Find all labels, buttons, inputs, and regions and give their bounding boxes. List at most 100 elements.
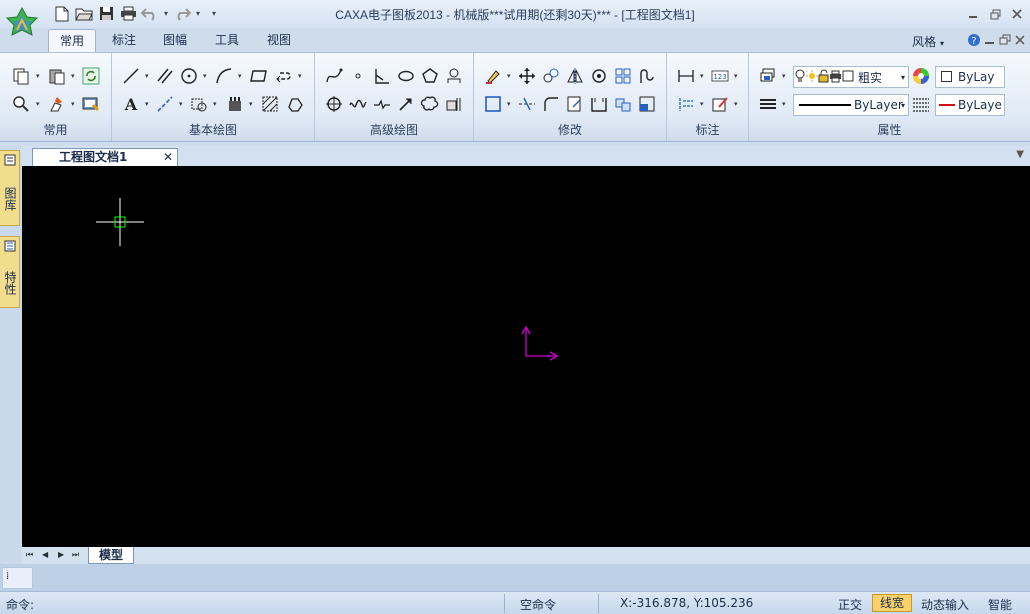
refresh-icon[interactable]	[80, 65, 102, 87]
tab-annotate[interactable]: 标注	[102, 29, 146, 52]
revision-cloud-icon[interactable]	[419, 93, 441, 115]
dimension-icon[interactable]	[675, 65, 697, 87]
chevron-down-icon[interactable]: ▾	[298, 72, 302, 80]
linestyle-icon[interactable]	[910, 93, 932, 115]
trim-icon[interactable]	[516, 93, 538, 115]
hole-icon[interactable]	[443, 65, 465, 87]
fillet-icon[interactable]	[540, 93, 562, 115]
text-icon[interactable]: A	[120, 93, 142, 115]
edit-annotation-icon[interactable]	[709, 93, 731, 115]
restore-icon[interactable]	[986, 6, 1004, 22]
chevron-down-icon[interactable]: ▾	[145, 72, 149, 80]
chevron-down-icon[interactable]: ▾	[249, 100, 253, 108]
tab-model[interactable]: 模型	[88, 547, 134, 564]
chevron-down-icon[interactable]: ▾	[145, 100, 149, 108]
doc-minimize-icon[interactable]	[984, 34, 996, 49]
chevron-down-icon[interactable]: ▾	[213, 100, 217, 108]
break-line-icon[interactable]	[371, 93, 393, 115]
arc-icon[interactable]	[213, 65, 235, 87]
style-menu[interactable]: 风格 ▾	[912, 33, 944, 50]
chevron-down-icon[interactable]: ▾	[700, 100, 704, 108]
chevron-down-icon[interactable]: ▾	[238, 72, 242, 80]
hatch-icon[interactable]	[224, 93, 246, 115]
tab-view[interactable]: 视图	[257, 29, 301, 52]
ortho-toggle[interactable]: 正交	[838, 596, 862, 613]
copy-icon[interactable]	[10, 65, 32, 87]
line-icon[interactable]	[120, 65, 142, 87]
chevron-down-icon[interactable]: ▾	[782, 72, 786, 80]
gear-icon[interactable]	[323, 93, 345, 115]
chevron-down-icon[interactable]: ▾	[734, 72, 738, 80]
smart-toggle[interactable]: 智能	[988, 596, 1012, 613]
lock-icon[interactable]	[818, 69, 829, 86]
command-grip-icon[interactable]: ⁞	[2, 567, 33, 589]
scale-icon[interactable]	[564, 93, 586, 115]
chevron-down-icon[interactable]: ▾	[734, 100, 738, 108]
explode-icon[interactable]	[612, 93, 634, 115]
parallel-line-icon[interactable]	[154, 65, 176, 87]
tab-menu-icon[interactable]: ▼	[1016, 149, 1024, 160]
coordinate-dimension-icon[interactable]	[675, 93, 697, 115]
arrow-icon[interactable]	[395, 93, 417, 115]
layer-manager-icon[interactable]	[757, 65, 779, 87]
paste-icon[interactable]	[46, 65, 68, 87]
point-icon[interactable]	[347, 65, 369, 87]
array-icon[interactable]	[612, 65, 634, 87]
chevron-down-icon[interactable]: ▾	[507, 100, 511, 108]
polyline-icon[interactable]	[371, 65, 393, 87]
chevron-down-icon[interactable]: ▾	[36, 100, 40, 108]
zoom-icon[interactable]	[10, 93, 32, 115]
close-tab-icon[interactable]: ✕	[163, 149, 173, 166]
wave-line-icon[interactable]	[347, 93, 369, 115]
last-layout-icon[interactable]: ⏭	[72, 550, 79, 560]
centerline-icon[interactable]	[272, 65, 294, 87]
chevron-down-icon[interactable]: ▾	[71, 72, 75, 80]
color-select[interactable]: ByLay	[935, 66, 1005, 88]
chevron-down-icon[interactable]: ▾	[507, 72, 511, 80]
first-layout-icon[interactable]: ⏮	[26, 550, 33, 560]
close-icon[interactable]	[1008, 6, 1026, 22]
dashed-line-icon[interactable]	[154, 93, 176, 115]
linetype-select[interactable]: ByLayer ▾	[793, 94, 909, 116]
chevron-down-icon[interactable]: ▾	[700, 72, 704, 80]
color-wheel-icon[interactable]	[910, 65, 932, 87]
dimension-text-icon[interactable]: 123	[709, 65, 731, 87]
chevron-down-icon[interactable]: ▾	[71, 100, 75, 108]
rotate-icon[interactable]	[588, 65, 610, 87]
properties-panel-icon[interactable]	[80, 93, 102, 115]
linecolor-select[interactable]: ByLaye	[935, 94, 1005, 116]
spline-icon[interactable]	[323, 65, 345, 87]
sketch-icon[interactable]	[443, 93, 465, 115]
block-insert-icon[interactable]	[188, 93, 210, 115]
chevron-down-icon[interactable]: ▾	[36, 72, 40, 80]
sun-icon[interactable]	[806, 69, 818, 86]
copy-objects-icon[interactable]	[540, 65, 562, 87]
lineweight-icon[interactable]	[757, 93, 779, 115]
chevron-down-icon[interactable]: ▾	[203, 72, 207, 80]
prev-layout-icon[interactable]: ◀	[42, 550, 48, 559]
dynamic-input-toggle[interactable]: 动态输入	[921, 596, 969, 613]
erase-icon[interactable]	[482, 65, 504, 87]
stretch-icon[interactable]	[636, 65, 658, 87]
tab-common[interactable]: 常用	[48, 29, 96, 52]
lineweight-toggle[interactable]: 线宽	[872, 594, 912, 612]
break-icon[interactable]	[588, 93, 610, 115]
chevron-down-icon[interactable]: ▾	[782, 100, 786, 108]
circle-icon[interactable]	[178, 65, 200, 87]
tab-sheet[interactable]: 图幅	[153, 29, 197, 52]
move-icon[interactable]	[516, 65, 538, 87]
block-edit-icon[interactable]	[636, 93, 658, 115]
grid-fill-icon[interactable]	[259, 93, 281, 115]
doc-close-icon[interactable]	[1014, 34, 1026, 49]
document-tab[interactable]: 工程图文档1 ✕	[32, 148, 178, 166]
help-icon[interactable]: ?	[967, 33, 981, 50]
layer-select[interactable]: 粗实 ▾	[793, 66, 909, 88]
region-icon[interactable]	[284, 93, 306, 115]
polygon-icon[interactable]	[419, 65, 441, 87]
next-layout-icon[interactable]: ▶	[58, 550, 64, 559]
ellipse-icon[interactable]	[395, 65, 417, 87]
command-prompt[interactable]: 命令:	[6, 596, 34, 613]
chevron-down-icon[interactable]: ▾	[179, 100, 183, 108]
minimize-icon[interactable]	[964, 6, 982, 22]
color-swatch-icon[interactable]	[842, 69, 854, 86]
